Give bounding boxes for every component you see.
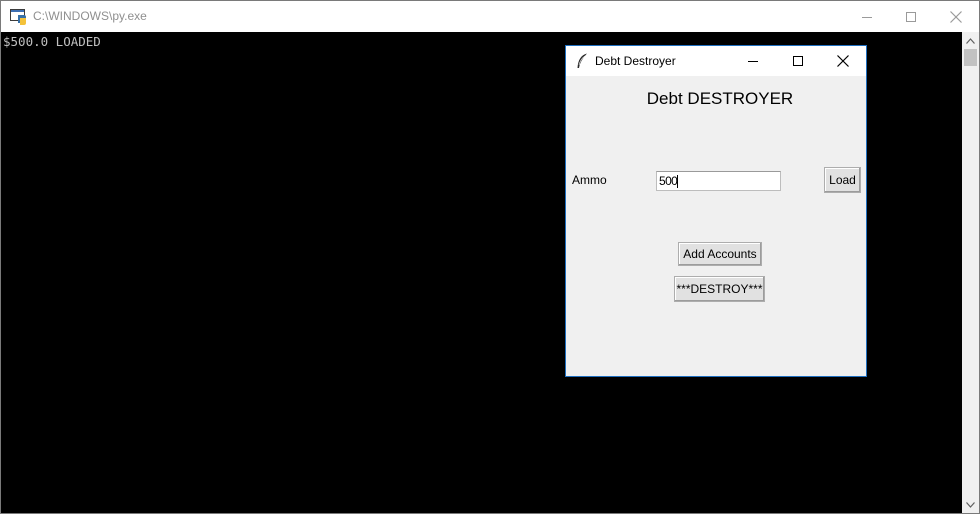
console-maximize-button[interactable] bbox=[888, 1, 934, 32]
dialog-body: Debt DESTROYER Ammo Load Add Accounts **… bbox=[566, 76, 866, 376]
console-close-button[interactable] bbox=[933, 1, 979, 32]
console-minimize-button[interactable] bbox=[844, 1, 890, 32]
add-accounts-button[interactable]: Add Accounts bbox=[678, 242, 762, 266]
scroll-down-button[interactable] bbox=[962, 496, 979, 513]
python-console-icon bbox=[10, 8, 28, 25]
dialog-titlebar[interactable]: Debt Destroyer bbox=[566, 46, 866, 76]
dialog-minimize-button[interactable] bbox=[730, 46, 775, 76]
maximize-icon bbox=[792, 56, 803, 66]
page-title: Debt DESTROYER bbox=[646, 89, 794, 108]
close-icon bbox=[836, 55, 849, 67]
dialog-maximize-button[interactable] bbox=[775, 46, 820, 76]
debt-destroyer-window: Debt Destroyer Debt DESTROYER Ammo Load … bbox=[565, 45, 867, 377]
minimize-icon bbox=[862, 16, 872, 18]
dialog-close-button[interactable] bbox=[820, 46, 865, 76]
text-caret bbox=[677, 175, 678, 188]
console-output-text: $500.0 LOADED bbox=[3, 34, 101, 49]
scroll-thumb[interactable] bbox=[964, 49, 977, 66]
console-titlebar[interactable]: C:\WINDOWS\py.exe bbox=[1, 1, 979, 32]
minimize-icon bbox=[747, 61, 758, 62]
maximize-icon bbox=[906, 11, 916, 22]
ammo-input[interactable] bbox=[656, 171, 781, 191]
dialog-title: Debt Destroyer bbox=[595, 54, 676, 68]
chevron-down-icon bbox=[966, 501, 975, 508]
load-button[interactable]: Load bbox=[824, 167, 861, 193]
destroy-button[interactable]: ***DESTROY*** bbox=[674, 276, 765, 302]
chevron-up-icon bbox=[966, 37, 975, 44]
console-scrollbar[interactable] bbox=[962, 32, 979, 513]
scroll-up-button[interactable] bbox=[962, 32, 979, 49]
ammo-label: Ammo bbox=[572, 173, 607, 187]
console-title: C:\WINDOWS\py.exe bbox=[33, 9, 147, 23]
tk-feather-icon bbox=[576, 53, 588, 69]
close-icon bbox=[950, 10, 962, 23]
